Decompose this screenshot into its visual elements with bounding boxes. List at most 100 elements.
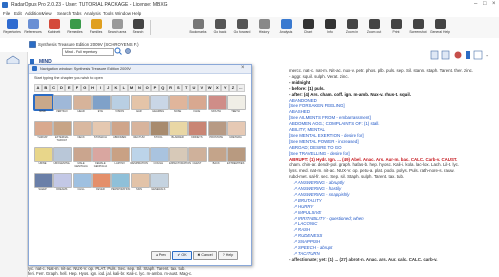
letter-t[interactable]: T — [182, 84, 191, 92]
rubric-link[interactable]: ABDOMEN AGG.; COMPLAINTS OF: (1) stall. — [289, 121, 380, 126]
chapter-tile-urine[interactable] — [34, 147, 53, 162]
search-go-icon[interactable] — [114, 47, 122, 55]
rubric-link[interactable]: ABILITY; MENTAL — [289, 127, 325, 132]
letter-m[interactable]: M — [127, 84, 136, 92]
chapter-tile-prostate[interactable] — [207, 121, 227, 136]
go-back-button[interactable]: Go back — [210, 19, 230, 37]
letter-f[interactable]: F — [73, 84, 81, 92]
menu-window[interactable]: Window — [115, 11, 131, 16]
general-help-button[interactable]: General Help — [430, 19, 450, 37]
menu-additions[interactable]: Additions — [25, 11, 44, 16]
letter-u[interactable]: U — [190, 84, 198, 92]
menu-edit[interactable]: Edit — [14, 11, 22, 16]
menu-search[interactable]: Search — [57, 11, 71, 16]
repertories-button[interactable]: Repertories — [2, 19, 22, 37]
maximize-icon[interactable]: □ — [483, 1, 487, 7]
chapter-tile-chill[interactable] — [72, 173, 92, 188]
rubric-link[interactable]: [See FORSAKEN FEELING] — [289, 103, 345, 108]
letter-more[interactable]: ... — [236, 84, 245, 92]
families-button[interactable]: Families — [86, 19, 106, 37]
letter-o[interactable]: O — [143, 84, 152, 92]
chapter-tile-eye[interactable] — [91, 95, 111, 110]
ok-button[interactable]: ✔ OK — [172, 251, 192, 260]
help-button[interactable]: ? Help — [218, 251, 238, 260]
menu-view[interactable]: View — [42, 11, 52, 16]
letter-e[interactable]: E — [65, 84, 74, 92]
chart-button[interactable]: Chart — [298, 19, 318, 37]
zoom-in-button[interactable]: Zoom in — [342, 19, 362, 37]
chapter-tile-generals[interactable] — [149, 173, 169, 188]
letter-c[interactable]: C — [49, 84, 58, 92]
chapter-tile-female-genitalia[interactable] — [91, 147, 111, 162]
chapter-tile-bladder[interactable] — [169, 121, 189, 136]
chapter-tile-sleep[interactable] — [34, 173, 53, 188]
chapter-tile-larynx[interactable] — [111, 147, 131, 162]
home-icon[interactable] — [5, 55, 21, 64]
rubric-link[interactable]: ABROAD; DESIRE TO GO — [289, 145, 342, 150]
rubric-link[interactable]: [See TRAVELLING - desire for] — [289, 151, 350, 156]
rubric-link[interactable]: [See MENTAL EXERTION - desire for] — [289, 133, 364, 138]
settings-gear-icon[interactable] — [124, 47, 132, 55]
chapter-tile-mind[interactable] — [34, 95, 53, 110]
chapter-tile-vision[interactable] — [111, 95, 131, 110]
prev-button[interactable]: ◂ Prev — [151, 251, 171, 260]
letter-k[interactable]: K — [112, 84, 120, 92]
chapter-tile-kidneys[interactable] — [188, 121, 208, 136]
menu-file[interactable]: File — [3, 11, 10, 16]
chapter-tile-abdomen[interactable] — [111, 121, 131, 136]
letter-i[interactable]: I — [96, 84, 105, 92]
chapter-tile-face[interactable] — [188, 95, 208, 110]
chapter-tile-nose[interactable] — [169, 95, 189, 110]
menu-analysis[interactable]: Analysis — [84, 11, 101, 16]
menu-tabs[interactable]: Tabs — [72, 11, 82, 16]
letter-b[interactable]: B — [41, 84, 50, 92]
chapter-tile-hearing[interactable] — [149, 95, 169, 110]
letter-p[interactable]: P — [151, 84, 159, 92]
rubric-link[interactable]: [See AILMENTS FROM - embarrassment] — [289, 115, 371, 120]
references-button[interactable]: References — [23, 19, 43, 37]
menu-tools[interactable]: Tools — [103, 11, 114, 16]
chapter-tile-stool[interactable] — [149, 121, 169, 136]
chapter-tile-male-genitalia[interactable] — [72, 147, 92, 162]
chapter-tile-head[interactable] — [72, 95, 92, 110]
search-area-button[interactable]: Search area — [107, 19, 127, 37]
letter-z[interactable]: Z — [229, 84, 237, 92]
close-icon[interactable]: × — [492, 1, 496, 7]
letter-r[interactable]: R — [166, 84, 175, 92]
zoom-out-button[interactable]: Zoom out — [364, 19, 384, 37]
info-button[interactable]: Info — [320, 19, 340, 37]
analysis-button[interactable]: Analysis — [276, 19, 296, 37]
chapter-tile-respiration[interactable] — [130, 147, 150, 162]
letter-v[interactable]: V — [197, 84, 206, 92]
rubric-link[interactable]: ABASHED — [289, 109, 310, 114]
dialog-close-icon[interactable]: × — [241, 65, 245, 71]
letter-d[interactable]: D — [57, 84, 66, 92]
chapter-tile-stomach[interactable] — [91, 121, 111, 136]
chapter-tile-rectum[interactable] — [130, 121, 150, 136]
rubric-link[interactable]: ABANDONED — [289, 98, 317, 103]
chapter-tile-chest[interactable] — [188, 147, 208, 162]
print-button[interactable]: Print — [386, 19, 406, 37]
screenshot-button[interactable]: Screenshot — [408, 19, 428, 37]
remedies-button[interactable]: Remedies — [65, 19, 85, 37]
chapter-tile-ear[interactable] — [130, 95, 150, 110]
cancel-button[interactable]: ✖ Cancel — [193, 251, 217, 260]
chapter-tile-throat[interactable] — [34, 121, 53, 136]
search-button[interactable]: Search — [128, 19, 148, 37]
chapter-tile-back[interactable] — [207, 147, 227, 162]
letter-x[interactable]: X — [213, 84, 222, 92]
chapter-tile-urethra[interactable] — [227, 121, 246, 136]
chapter-tile-cough[interactable] — [149, 147, 169, 162]
letter-g[interactable]: G — [80, 84, 89, 92]
chapter-tile-expectoration[interactable] — [169, 147, 189, 162]
letter-l[interactable]: L — [119, 84, 128, 92]
letter-n[interactable]: N — [135, 84, 144, 92]
rubric-link[interactable]: [See MENTAL POWER - increased] — [289, 139, 359, 144]
chapter-tile-neck[interactable] — [72, 121, 92, 136]
minimize-icon[interactable]: – — [474, 1, 477, 7]
chapter-tile-fever[interactable] — [91, 173, 111, 188]
menu-help[interactable]: Help — [132, 11, 141, 16]
letter-h[interactable]: H — [88, 84, 97, 92]
kabinett-button[interactable]: Kabinett — [44, 19, 64, 37]
chapter-tile-extremities[interactable] — [227, 147, 246, 162]
